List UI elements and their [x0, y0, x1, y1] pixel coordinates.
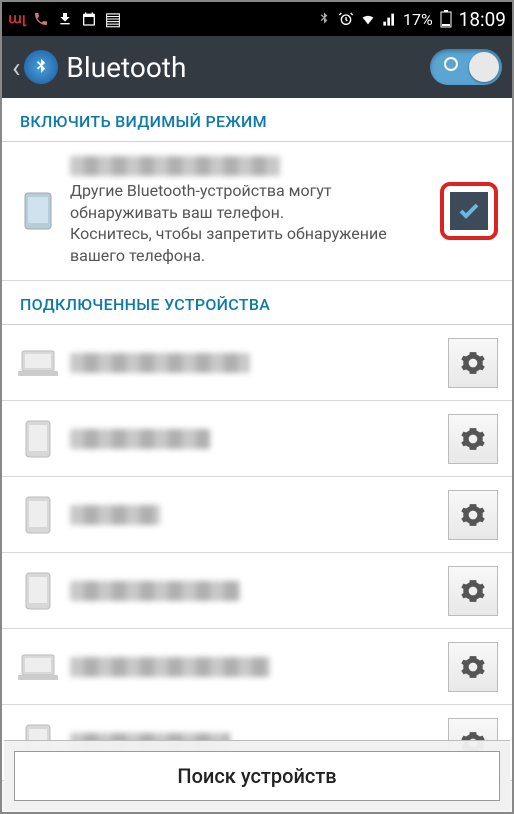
bluetooth-toggle[interactable]: [430, 49, 502, 85]
device-settings-button[interactable]: [448, 566, 498, 616]
bluetooth-status-icon: [315, 10, 333, 28]
battery-pct: 17%: [403, 10, 433, 29]
page-title: Bluetooth: [66, 51, 186, 84]
device-row[interactable]: [2, 629, 512, 705]
gear-icon: [460, 578, 486, 604]
highlight-box: [440, 182, 498, 240]
device-name-blurred: [70, 581, 240, 601]
bluetooth-icon: [24, 50, 58, 84]
phone-icon: [16, 569, 60, 613]
laptop-icon: [16, 645, 60, 689]
call-icon: [32, 10, 50, 28]
gear-icon: [460, 350, 486, 376]
device-row[interactable]: [2, 401, 512, 477]
signal-icon: [381, 10, 399, 28]
visibility-description: Другие Bluetooth-устройства могут обнару…: [70, 180, 430, 266]
bottom-bar: Поиск устройств: [4, 740, 510, 810]
device-name-blurred: [70, 505, 160, 525]
status-bar: ալ ▤ 17% 18:09: [2, 2, 512, 36]
notif-icon: ալ: [8, 10, 26, 28]
clock: 18:09: [459, 8, 506, 31]
app-icon: ▤: [104, 10, 122, 28]
search-devices-button[interactable]: Поиск устройств: [14, 751, 500, 801]
section-paired-header: ПОДКЛЮЧЕННЫЕ УСТРОЙСТВА: [2, 281, 512, 325]
device-name-blurred: [70, 353, 250, 373]
device-settings-button[interactable]: [448, 642, 498, 692]
device-name-blurred: [70, 156, 280, 176]
device-settings-button[interactable]: [448, 414, 498, 464]
gear-icon: [460, 426, 486, 452]
device-row[interactable]: [2, 325, 512, 401]
gear-icon: [460, 502, 486, 528]
battery-icon: [437, 10, 455, 28]
visibility-row[interactable]: Другие Bluetooth-устройства могут обнару…: [2, 142, 512, 281]
laptop-icon: [16, 341, 60, 385]
device-row[interactable]: [2, 477, 512, 553]
device-name-blurred: [70, 657, 270, 677]
gear-icon: [460, 654, 486, 680]
app-header: ‹ Bluetooth: [2, 36, 512, 98]
phone-icon: [16, 417, 60, 461]
phone-icon: [16, 189, 60, 233]
calendar-icon: [80, 10, 98, 28]
wifi-icon: [359, 10, 377, 28]
section-visibility-header: ВКЛЮЧИТЬ ВИДИМЫЙ РЕЖИМ: [2, 98, 512, 142]
back-icon[interactable]: ‹: [12, 51, 20, 84]
alarm-icon: [337, 10, 355, 28]
visibility-checkbox[interactable]: [450, 192, 488, 230]
device-settings-button[interactable]: [448, 490, 498, 540]
device-settings-button[interactable]: [448, 338, 498, 388]
download-icon: [56, 10, 74, 28]
device-name-blurred: [70, 429, 210, 449]
phone-icon: [16, 493, 60, 537]
device-row[interactable]: [2, 553, 512, 629]
